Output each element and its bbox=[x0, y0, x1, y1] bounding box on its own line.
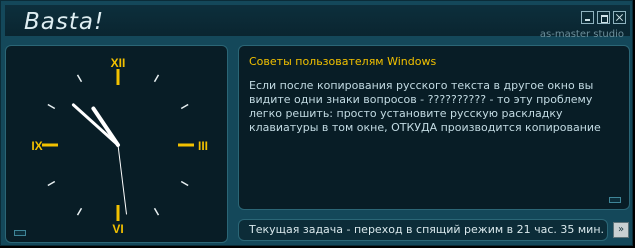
tip-text: Если после копирования русского текста в… bbox=[249, 79, 601, 134]
minor-tick bbox=[153, 74, 160, 83]
minor-tick bbox=[47, 180, 56, 187]
tip-title: Советы пользователям Windows bbox=[249, 55, 437, 68]
minimize-icon[interactable] bbox=[581, 11, 594, 24]
status-bar: Текущая задача - переход в спящий режим … bbox=[238, 219, 608, 241]
minor-tick bbox=[153, 207, 160, 216]
app-window: Basta! as-master studio XII III VI IX Со… bbox=[0, 0, 633, 246]
numeral-ix: IX bbox=[31, 139, 42, 153]
analog-clock: XII III VI IX bbox=[31, 56, 208, 236]
minor-tick bbox=[47, 103, 56, 110]
second-hand bbox=[117, 144, 128, 215]
title-bar[interactable]: Basta! as-master studio bbox=[5, 5, 630, 40]
numeral-xii: XII bbox=[111, 56, 126, 70]
maximize-icon[interactable] bbox=[597, 11, 610, 24]
resize-grip[interactable] bbox=[609, 197, 621, 203]
minor-tick bbox=[76, 207, 83, 216]
minor-tick bbox=[76, 74, 83, 83]
minor-tick bbox=[180, 103, 189, 110]
resize-grip[interactable] bbox=[14, 230, 26, 236]
numeral-vi: VI bbox=[112, 222, 123, 236]
tips-panel: Советы пользователям Windows Если после … bbox=[238, 45, 630, 210]
close-icon[interactable] bbox=[613, 11, 626, 24]
clock-panel: XII III VI IX bbox=[5, 45, 228, 243]
numeral-iii: III bbox=[198, 139, 208, 153]
double-chevron-right-icon[interactable]: » bbox=[613, 222, 629, 238]
minor-tick bbox=[180, 180, 189, 187]
credit-label: as-master studio bbox=[539, 29, 624, 40]
window-controls bbox=[581, 11, 626, 24]
app-title: Basta! bbox=[24, 9, 105, 35]
